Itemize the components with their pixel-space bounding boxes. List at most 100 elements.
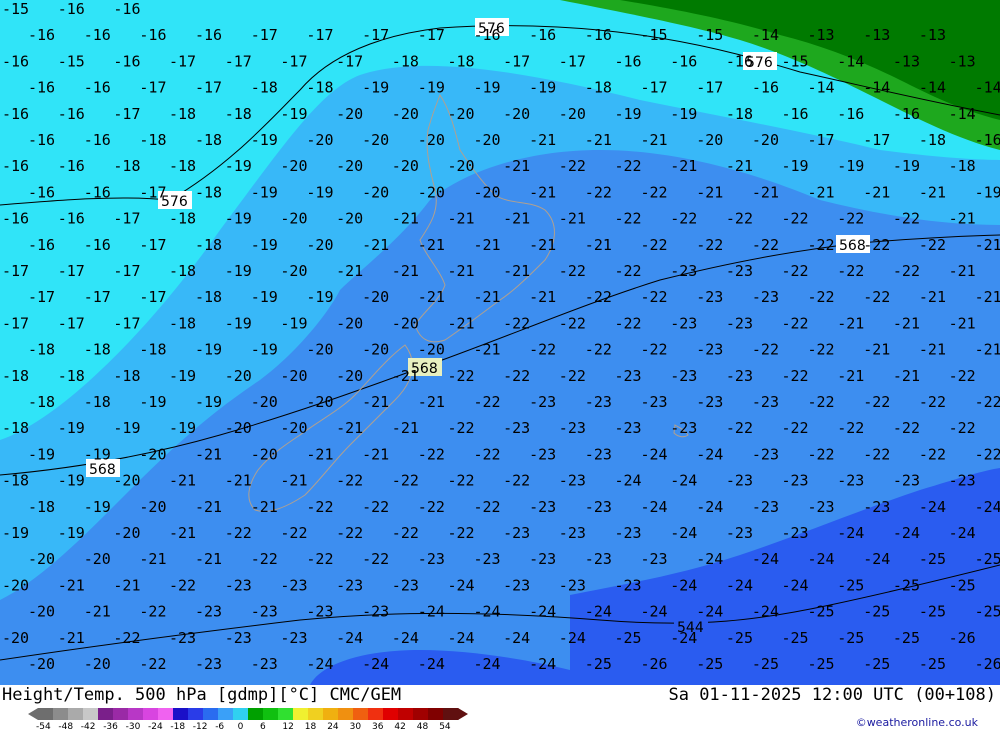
temperature-value: -16	[58, 105, 85, 123]
temperature-value: -22	[837, 262, 864, 280]
svg-text:568: 568	[89, 462, 116, 478]
temperature-value: -24	[696, 550, 723, 568]
forecast-time: Sa 01-11-2025 12:00 UTC (00+108)	[668, 685, 996, 705]
color-scale-cell	[113, 708, 129, 720]
temperature-value: -16	[2, 210, 29, 228]
temperature-value: -21	[84, 603, 111, 621]
temperature-value: -18	[2, 472, 29, 490]
color-scale-cell	[188, 708, 204, 720]
temperature-value: -22	[782, 314, 809, 332]
temperature-value: -22	[559, 367, 586, 385]
temperature-value: -23	[752, 393, 779, 411]
temperature-value: -20	[418, 341, 445, 359]
temperature-value: -22	[863, 393, 890, 411]
temperature-value: -25	[808, 655, 835, 673]
temperature-value: -22	[893, 210, 920, 228]
temperature-value: -17	[113, 314, 140, 332]
temperature-value: -20	[362, 131, 389, 149]
temperature-value: -20	[2, 576, 29, 594]
temperature-value: -21	[696, 183, 723, 201]
temperature-value: -23	[615, 367, 642, 385]
temperature-value: -19	[28, 445, 55, 463]
temperature-value: -25	[585, 655, 612, 673]
temperature-value: -21	[392, 210, 419, 228]
temperature-value: -14	[975, 79, 1000, 97]
temperature-value: -21	[503, 210, 530, 228]
color-scale-label: 18	[304, 722, 317, 732]
temperature-value: -16	[975, 131, 1000, 149]
color-scale-label: -54	[36, 722, 51, 732]
temperature-value: -16	[2, 52, 29, 70]
temperature-value: -23	[726, 367, 753, 385]
color-scale-cell	[158, 708, 174, 720]
temperature-value: -22	[752, 236, 779, 254]
temperature-value: -25	[808, 603, 835, 621]
temperature-value: -23	[696, 393, 723, 411]
temperature-value: -21	[949, 210, 976, 228]
temperature-value: -22	[641, 341, 668, 359]
temperature-value: -25	[837, 576, 864, 594]
color-scale-label: -12	[192, 722, 208, 732]
temperature-value: -23	[949, 472, 976, 490]
temperature-value: -19	[280, 314, 307, 332]
temperature-value: -19	[169, 367, 196, 385]
temperature-value: -17	[113, 105, 140, 123]
color-scale-cell	[338, 708, 354, 720]
temperature-value: -19	[251, 183, 278, 201]
temperature-value: -21	[139, 550, 166, 568]
temperature-value: -19	[225, 262, 252, 280]
temperature-value: -22	[949, 367, 976, 385]
temperature-value: -24	[336, 629, 363, 647]
temperature-value: -17	[169, 52, 196, 70]
temperature-value: -19	[615, 105, 642, 123]
temperature-value: -22	[863, 445, 890, 463]
temperature-value: -20	[448, 105, 475, 123]
temperature-value: -22	[392, 472, 419, 490]
temperature-value: -16	[28, 26, 55, 44]
temperature-value: -17	[139, 288, 166, 306]
temperature-value: -23	[615, 524, 642, 542]
color-scale-cell	[443, 708, 459, 720]
temperature-value: -23	[641, 393, 668, 411]
temperature-value: -23	[559, 576, 586, 594]
temperature-value: -22	[306, 550, 333, 568]
temperature-value: -18	[195, 288, 222, 306]
temperature-value: -22	[251, 550, 278, 568]
temperature-value: -24	[670, 576, 697, 594]
temperature-value: -18	[919, 131, 946, 149]
temperature-value: -18	[2, 419, 29, 437]
temperature-value: -19	[251, 341, 278, 359]
temperature-value: -23	[225, 629, 252, 647]
temperature-value: -22	[559, 262, 586, 280]
temperature-value: -22	[975, 393, 1000, 411]
temperature-value: -24	[696, 445, 723, 463]
temperature-value: -24	[919, 498, 946, 516]
temperature-value: -24	[306, 655, 333, 673]
temperature-value: -21	[893, 367, 920, 385]
temperature-value: -24	[726, 576, 753, 594]
temperature-value: -21	[474, 288, 501, 306]
temperature-value: -24	[837, 524, 864, 542]
temperature-value: -17	[113, 210, 140, 228]
temperature-value: -17	[139, 79, 166, 97]
credit-link[interactable]: ©weatheronline.co.uk	[856, 716, 978, 729]
color-scale-cell	[383, 708, 399, 720]
temperature-value: -25	[949, 576, 976, 594]
temperature-value: -23	[670, 262, 697, 280]
temperature-value: -24	[696, 603, 723, 621]
temperature-value: -21	[392, 419, 419, 437]
temperature-value: -16	[752, 79, 779, 97]
temperature-value: -22	[615, 314, 642, 332]
temperature-value: -16	[585, 26, 612, 44]
temperature-value: -17	[84, 288, 111, 306]
temperature-value: -13	[893, 52, 920, 70]
temperature-value: -16	[28, 183, 55, 201]
temperature-value: -23	[585, 498, 612, 516]
temperature-value: -22	[585, 341, 612, 359]
temperature-value: -19	[225, 314, 252, 332]
temperature-value: -18	[2, 367, 29, 385]
temperature-value: -22	[808, 445, 835, 463]
temperature-value: -24	[696, 498, 723, 516]
temperature-value: -26	[949, 629, 976, 647]
temperature-value: -21	[585, 131, 612, 149]
